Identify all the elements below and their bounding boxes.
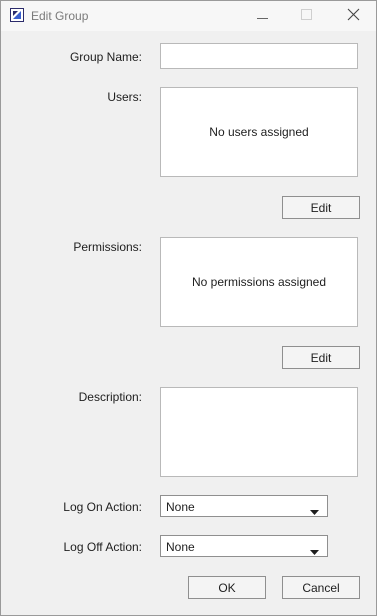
maximize-icon xyxy=(301,8,313,24)
permissions-label: Permissions: xyxy=(73,240,142,254)
close-button[interactable] xyxy=(331,1,375,31)
window-title: Edit Group xyxy=(31,9,89,23)
app-icon xyxy=(10,8,24,22)
close-icon xyxy=(347,8,360,24)
minimize-button[interactable] xyxy=(241,1,285,31)
chevron-down-icon xyxy=(310,544,319,558)
users-list[interactable]: No users assigned xyxy=(160,87,358,177)
log-on-action-select[interactable]: None xyxy=(160,495,328,517)
log-off-action-label: Log Off Action: xyxy=(63,540,143,554)
users-empty-text: No users assigned xyxy=(209,125,309,139)
log-off-action-select[interactable]: None xyxy=(160,535,328,557)
group-name-label: Group Name: xyxy=(69,50,142,64)
permissions-empty-text: No permissions assigned xyxy=(191,275,327,289)
chevron-down-icon xyxy=(310,504,319,518)
cancel-button[interactable]: Cancel xyxy=(282,576,360,599)
permissions-list[interactable]: No permissions assigned xyxy=(160,237,358,327)
description-textarea[interactable] xyxy=(160,387,358,477)
edit-permissions-button[interactable]: Edit xyxy=(282,346,360,369)
edit-group-dialog: Edit Group Group Name: Users: No users a… xyxy=(0,0,377,616)
ok-button[interactable]: OK xyxy=(188,576,266,599)
group-name-input[interactable] xyxy=(160,43,358,69)
users-label: Users: xyxy=(107,90,142,104)
description-label: Description: xyxy=(78,390,142,404)
maximize-button[interactable] xyxy=(285,1,329,31)
log-off-action-value: None xyxy=(166,540,195,554)
minimize-icon xyxy=(257,9,269,23)
log-on-action-label: Log On Action: xyxy=(63,500,142,514)
title-bar[interactable]: Edit Group xyxy=(1,1,376,31)
log-on-action-value: None xyxy=(166,500,195,514)
edit-users-button[interactable]: Edit xyxy=(282,196,360,219)
